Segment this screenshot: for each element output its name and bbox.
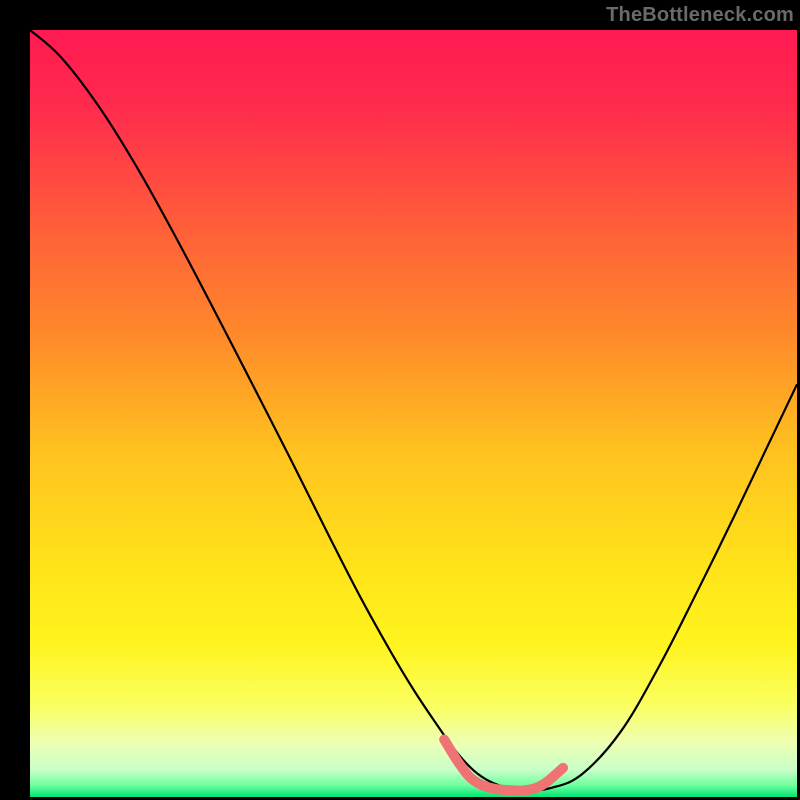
gradient-background [30,30,797,797]
plot-area [30,30,797,797]
watermark-text: TheBottleneck.com [606,4,794,27]
chart-frame: TheBottleneck.com [0,0,800,800]
